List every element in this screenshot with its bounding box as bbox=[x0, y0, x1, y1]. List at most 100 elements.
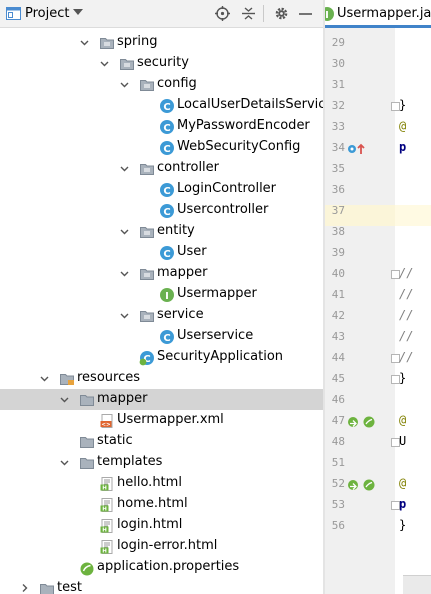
svg-text:C: C bbox=[163, 333, 170, 344]
tree-row-service[interactable]: service bbox=[0, 305, 323, 326]
implements-method-icon[interactable] bbox=[347, 142, 369, 156]
tree-item-label: Usermapper.xml bbox=[117, 412, 224, 427]
tree-row-application-properties[interactable]: application.properties bbox=[0, 557, 323, 578]
line-number: 29 bbox=[331, 36, 345, 49]
svg-text:I: I bbox=[325, 10, 329, 21]
chevron-down-icon[interactable] bbox=[118, 225, 131, 238]
code-line[interactable]: @ bbox=[399, 119, 406, 133]
code-line[interactable]: // bbox=[399, 308, 413, 322]
collapse-all-icon[interactable] bbox=[240, 5, 257, 22]
code-line[interactable]: p bbox=[399, 497, 406, 511]
line-number: 47 bbox=[331, 414, 345, 427]
svg-text:H: H bbox=[102, 528, 107, 534]
line-number: 39 bbox=[331, 246, 345, 259]
tree-item-label: security bbox=[137, 55, 189, 70]
tree-item-label: WebSecurityConfig bbox=[177, 139, 301, 154]
view-dropdown-caret-icon[interactable] bbox=[73, 9, 83, 15]
code-line[interactable]: @ bbox=[399, 413, 406, 427]
line-number: 43 bbox=[331, 330, 345, 343]
line-number: 45 bbox=[331, 372, 345, 385]
tree-row-usercontroller[interactable]: C Usercontroller bbox=[0, 200, 323, 221]
tree-item-label: SecurityApplication bbox=[157, 349, 284, 364]
tree-row-config[interactable]: config bbox=[0, 74, 323, 95]
line-number: 36 bbox=[331, 183, 345, 196]
line-number: 52 bbox=[331, 477, 345, 490]
spring-bean-gutter-icon[interactable] bbox=[347, 415, 377, 429]
tree-item-label: login.html bbox=[117, 517, 183, 532]
chevron-down-icon[interactable] bbox=[118, 267, 131, 280]
tree-row-login-html[interactable]: Hlogin.html bbox=[0, 515, 323, 536]
chevron-down-icon[interactable] bbox=[98, 57, 111, 70]
tree-item-label: controller bbox=[157, 160, 220, 175]
tree-row-user[interactable]: C User bbox=[0, 242, 323, 263]
class-icon: C bbox=[160, 141, 174, 155]
chevron-down-icon[interactable] bbox=[38, 372, 51, 385]
tree-row-usermapper-xml[interactable]: <> Usermapper.xml bbox=[0, 410, 323, 431]
tree-row-controller[interactable]: controller bbox=[0, 158, 323, 179]
code-line[interactable]: // bbox=[399, 266, 413, 280]
resources-folder-icon bbox=[60, 374, 74, 385]
tree-row-userservice[interactable]: C Userservice bbox=[0, 326, 323, 347]
tree-row-mapper[interactable]: mapper bbox=[0, 389, 323, 410]
editor-tab-usermapper[interactable]: I Usermapper.java bbox=[323, 0, 431, 28]
chevron-down-icon[interactable] bbox=[78, 36, 91, 49]
horizontal-scrollbar[interactable] bbox=[403, 575, 431, 594]
code-line[interactable]: @ bbox=[399, 476, 406, 490]
tree-row-securityapplication[interactable]: C SecurityApplication bbox=[0, 347, 323, 368]
tree-row-home-html[interactable]: Hhome.html bbox=[0, 494, 323, 515]
project-tool-window: Project spring security config C LocalUserDe… bbox=[0, 0, 323, 594]
tree-row-mapper[interactable]: mapper bbox=[0, 263, 323, 284]
chevron-right-icon[interactable] bbox=[18, 582, 31, 594]
html-file-icon: H bbox=[100, 477, 113, 492]
class-icon: C bbox=[160, 246, 174, 260]
code-line[interactable]: U bbox=[399, 434, 406, 448]
project-panel-header: Project bbox=[0, 0, 323, 28]
svg-text:<>: <> bbox=[101, 422, 111, 428]
line-number: 34 bbox=[331, 141, 345, 154]
gear-icon[interactable] bbox=[273, 5, 290, 22]
code-line[interactable]: } bbox=[399, 98, 406, 112]
tree-row-login-error-html[interactable]: Hlogin-error.html bbox=[0, 536, 323, 557]
spring-bean-gutter-icon[interactable] bbox=[347, 478, 377, 492]
line-number: 38 bbox=[331, 225, 345, 238]
svg-text:H: H bbox=[102, 486, 107, 492]
tree-row-entity[interactable]: entity bbox=[0, 221, 323, 242]
chevron-down-icon[interactable] bbox=[118, 78, 131, 91]
package-icon bbox=[100, 38, 114, 49]
tree-row-usermapper[interactable]: I Usermapper bbox=[0, 284, 323, 305]
code-line[interactable]: } bbox=[399, 371, 406, 385]
chevron-down-icon[interactable] bbox=[58, 456, 71, 469]
tree-row-hello-html[interactable]: Hhello.html bbox=[0, 473, 323, 494]
tree-row-mypasswordencoder[interactable]: C MyPasswordEncoder bbox=[0, 116, 323, 137]
tree-row-static[interactable]: static bbox=[0, 431, 323, 452]
line-number: 32 bbox=[331, 99, 345, 112]
tree-row-test[interactable]: test bbox=[0, 578, 323, 594]
tree-row-logincontroller[interactable]: C LoginController bbox=[0, 179, 323, 200]
code-line[interactable]: } bbox=[399, 518, 406, 532]
class-icon: C bbox=[160, 99, 174, 113]
tree-row-resources[interactable]: resources bbox=[0, 368, 323, 389]
tree-item-label: mapper bbox=[97, 391, 148, 406]
tree-row-localuserdetailsservice[interactable]: C LocalUserDetailsService bbox=[0, 95, 323, 116]
tree-item-label: MyPasswordEncoder bbox=[177, 118, 310, 133]
tree-row-security[interactable]: security bbox=[0, 53, 323, 74]
chevron-down-icon[interactable] bbox=[118, 162, 131, 175]
code-line[interactable]: // bbox=[399, 287, 413, 301]
tree-row-templates[interactable]: templates bbox=[0, 452, 323, 473]
crosshair-icon[interactable] bbox=[214, 5, 231, 22]
code-line[interactable]: p bbox=[399, 140, 406, 154]
tree-row-spring[interactable]: spring bbox=[0, 32, 323, 53]
chevron-down-icon[interactable] bbox=[118, 309, 131, 322]
tree-row-websecurityconfig[interactable]: C WebSecurityConfig bbox=[0, 137, 323, 158]
project-view-icon bbox=[6, 7, 21, 20]
svg-text:I: I bbox=[165, 291, 169, 302]
project-panel-title[interactable]: Project bbox=[25, 6, 69, 21]
chevron-down-icon[interactable] bbox=[58, 393, 71, 406]
folder-icon bbox=[80, 458, 94, 469]
code-line[interactable]: // bbox=[399, 329, 413, 343]
hide-icon[interactable] bbox=[297, 5, 314, 22]
code-line[interactable]: // bbox=[399, 350, 413, 364]
toolbar-divider bbox=[263, 5, 264, 22]
svg-text:C: C bbox=[163, 144, 170, 155]
code-editor[interactable]: I Usermapper.java 29 30 31 32} 33 @34 p 35 36 37 3… bbox=[323, 0, 431, 594]
